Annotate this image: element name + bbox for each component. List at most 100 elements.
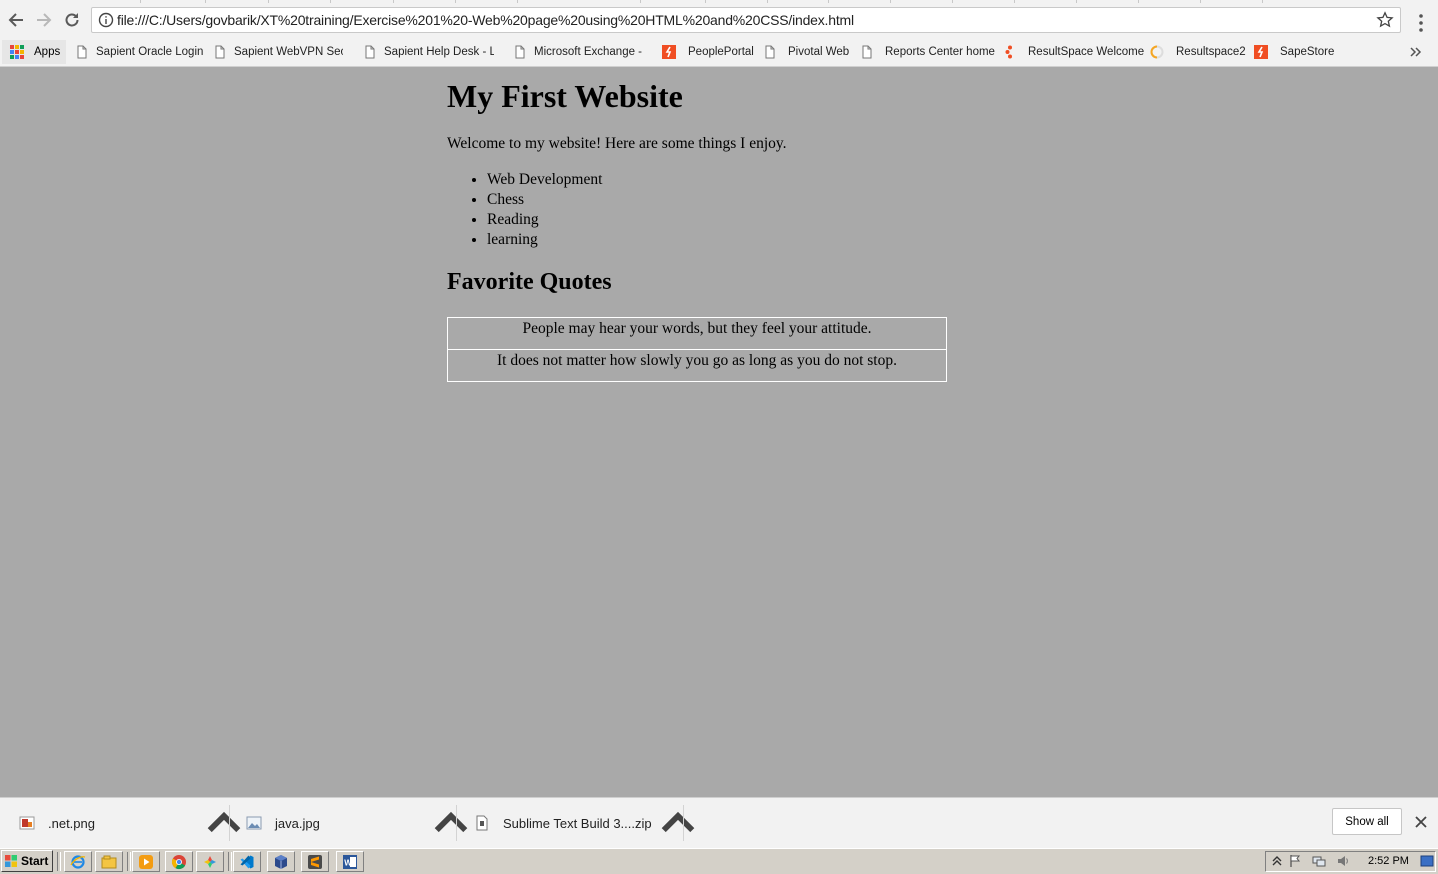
tab-divider [393, 0, 394, 3]
bookmark-label: Sapient Oracle Login [96, 46, 204, 58]
divider [683, 805, 684, 841]
photos-icon [204, 855, 216, 868]
network-icon[interactable] [1312, 854, 1326, 868]
chevron-up-icon[interactable] [426, 798, 476, 848]
divider [456, 805, 457, 841]
list-item: Chess [487, 190, 602, 210]
reload-button[interactable] [60, 8, 84, 32]
bookmark-item[interactable]: SapeStore [1254, 40, 1334, 64]
bookmark-label: SapeStore [1280, 46, 1335, 58]
tab-divider [952, 0, 953, 3]
chevron-up-icon[interactable] [653, 798, 703, 848]
show-desktop-icon[interactable] [1420, 854, 1434, 868]
taskbar-clock[interactable]: 2:52 PM [1368, 855, 1409, 867]
bookmark-item[interactable]: Pivotal Web [763, 40, 849, 64]
list-item: learning [487, 230, 602, 250]
taskbar-app[interactable] [95, 851, 123, 872]
back-button[interactable] [4, 8, 28, 32]
quotes-heading: Favorite Quotes [447, 269, 612, 295]
taskbar-app[interactable] [64, 851, 92, 872]
tab-divider [517, 0, 518, 3]
tab-divider [890, 0, 891, 3]
taskbar-app[interactable] [233, 851, 261, 872]
chevron-double-right-icon[interactable] [1408, 44, 1424, 60]
bookmark-label: Reports Center home [885, 46, 995, 58]
page-icon [765, 45, 775, 59]
table-row: People may hear your words, but they fee… [447, 317, 947, 350]
image-file-icon [19, 816, 35, 830]
tab-divider [205, 0, 206, 3]
bookmark-item[interactable]: Sapient Help Desk - Lo [363, 40, 494, 64]
start-label: Start [21, 854, 49, 868]
apps-shortcut[interactable]: Apps [2, 40, 66, 64]
bookmark-label: Resultspace2 [1176, 46, 1246, 58]
arrow-right-icon [37, 13, 52, 27]
bookmark-star-icon[interactable] [1376, 11, 1394, 29]
intro-text: Welcome to my website! Here are some thi… [447, 135, 787, 152]
page-icon [365, 45, 375, 59]
download-item[interactable]: .net.png [19, 798, 95, 848]
taskbar-grip [127, 852, 131, 871]
volume-icon[interactable] [1336, 854, 1350, 868]
bookmarks-bar: Apps Sapient Oracle Login Sapient WebVPN… [0, 40, 1438, 67]
quote-cell: People may hear your words, but they fee… [447, 317, 947, 350]
file-explorer-icon [101, 855, 117, 868]
forward-button[interactable] [32, 8, 56, 32]
address-bar[interactable]: file:///C:/Users/govbarik/XT%20training/… [91, 7, 1401, 33]
taskbar-app[interactable] [132, 851, 160, 872]
taskbar-app[interactable] [165, 851, 193, 872]
download-item[interactable]: java.jpg [246, 798, 320, 848]
hobby-list: Web Development Chess Reading learning [447, 170, 602, 250]
tab-divider [1138, 0, 1139, 3]
internet-explorer-icon [70, 854, 86, 869]
taskbar-grip [228, 852, 232, 871]
tab-divider [1014, 0, 1015, 3]
kebab-menu-icon[interactable] [1412, 12, 1430, 34]
bookmark-item[interactable]: Reports Center home [860, 40, 995, 64]
taskbar-grip [57, 852, 61, 871]
page-title: My First Website [447, 78, 683, 114]
browser-toolbar: file:///C:/Users/govbarik/XT%20training/… [0, 4, 1438, 40]
bookmark-item[interactable]: Sapient Oracle Login [75, 40, 204, 64]
taskbar-app[interactable]: W [336, 851, 364, 872]
zip-file-icon [476, 815, 488, 831]
info-icon[interactable] [98, 12, 114, 28]
tab-divider [140, 0, 141, 3]
close-icon[interactable] [1413, 814, 1429, 830]
tab-divider [1200, 0, 1201, 3]
bookmark-item[interactable]: Microsoft Exchange - C [513, 40, 644, 64]
bookmark-label: PeoplePortal [688, 46, 754, 58]
taskbar-app[interactable] [196, 851, 224, 872]
download-filename: java.jpg [275, 815, 320, 831]
download-filename: .net.png [48, 815, 95, 831]
bookmark-label: Microsoft Exchange - C [534, 46, 644, 58]
tab-divider [1076, 0, 1077, 3]
chrome-icon [171, 854, 186, 869]
bookmark-label: ResultSpace Welcome [1028, 46, 1145, 58]
image-file-icon [246, 816, 262, 830]
word-icon: W [343, 854, 357, 869]
address-url[interactable]: file:///C:/Users/govbarik/XT%20training/… [117, 12, 854, 28]
bookmark-label: Pivotal Web [788, 46, 850, 58]
sapient-icon [1254, 45, 1268, 59]
bookmark-item[interactable]: PeoplePortal [662, 40, 754, 64]
bookmark-item[interactable]: Resultspace2 [1150, 40, 1246, 64]
loading-icon [1150, 45, 1164, 59]
bookmark-item[interactable]: ResultSpace Welcome [1003, 40, 1144, 64]
action-center-flag-icon[interactable] [1288, 854, 1302, 868]
chevron-up-icon[interactable] [199, 798, 249, 848]
divider [229, 805, 230, 841]
download-item[interactable]: Sublime Text Build 3....zip [474, 798, 652, 848]
tab-divider [767, 0, 768, 3]
show-all-button[interactable]: Show all [1332, 808, 1402, 835]
windows-taskbar: Start W 2:52 PM [0, 848, 1438, 874]
taskbar-app[interactable] [301, 851, 329, 872]
tab-divider [828, 0, 829, 3]
bookmark-item[interactable]: Sapient WebVPN Secur [213, 40, 343, 64]
page-icon [515, 45, 525, 59]
apps-grid-icon [10, 45, 24, 59]
reload-icon [65, 13, 79, 27]
start-button[interactable]: Start [1, 850, 53, 872]
taskbar-app[interactable] [267, 851, 295, 872]
chevron-up-icon[interactable] [1270, 854, 1284, 868]
